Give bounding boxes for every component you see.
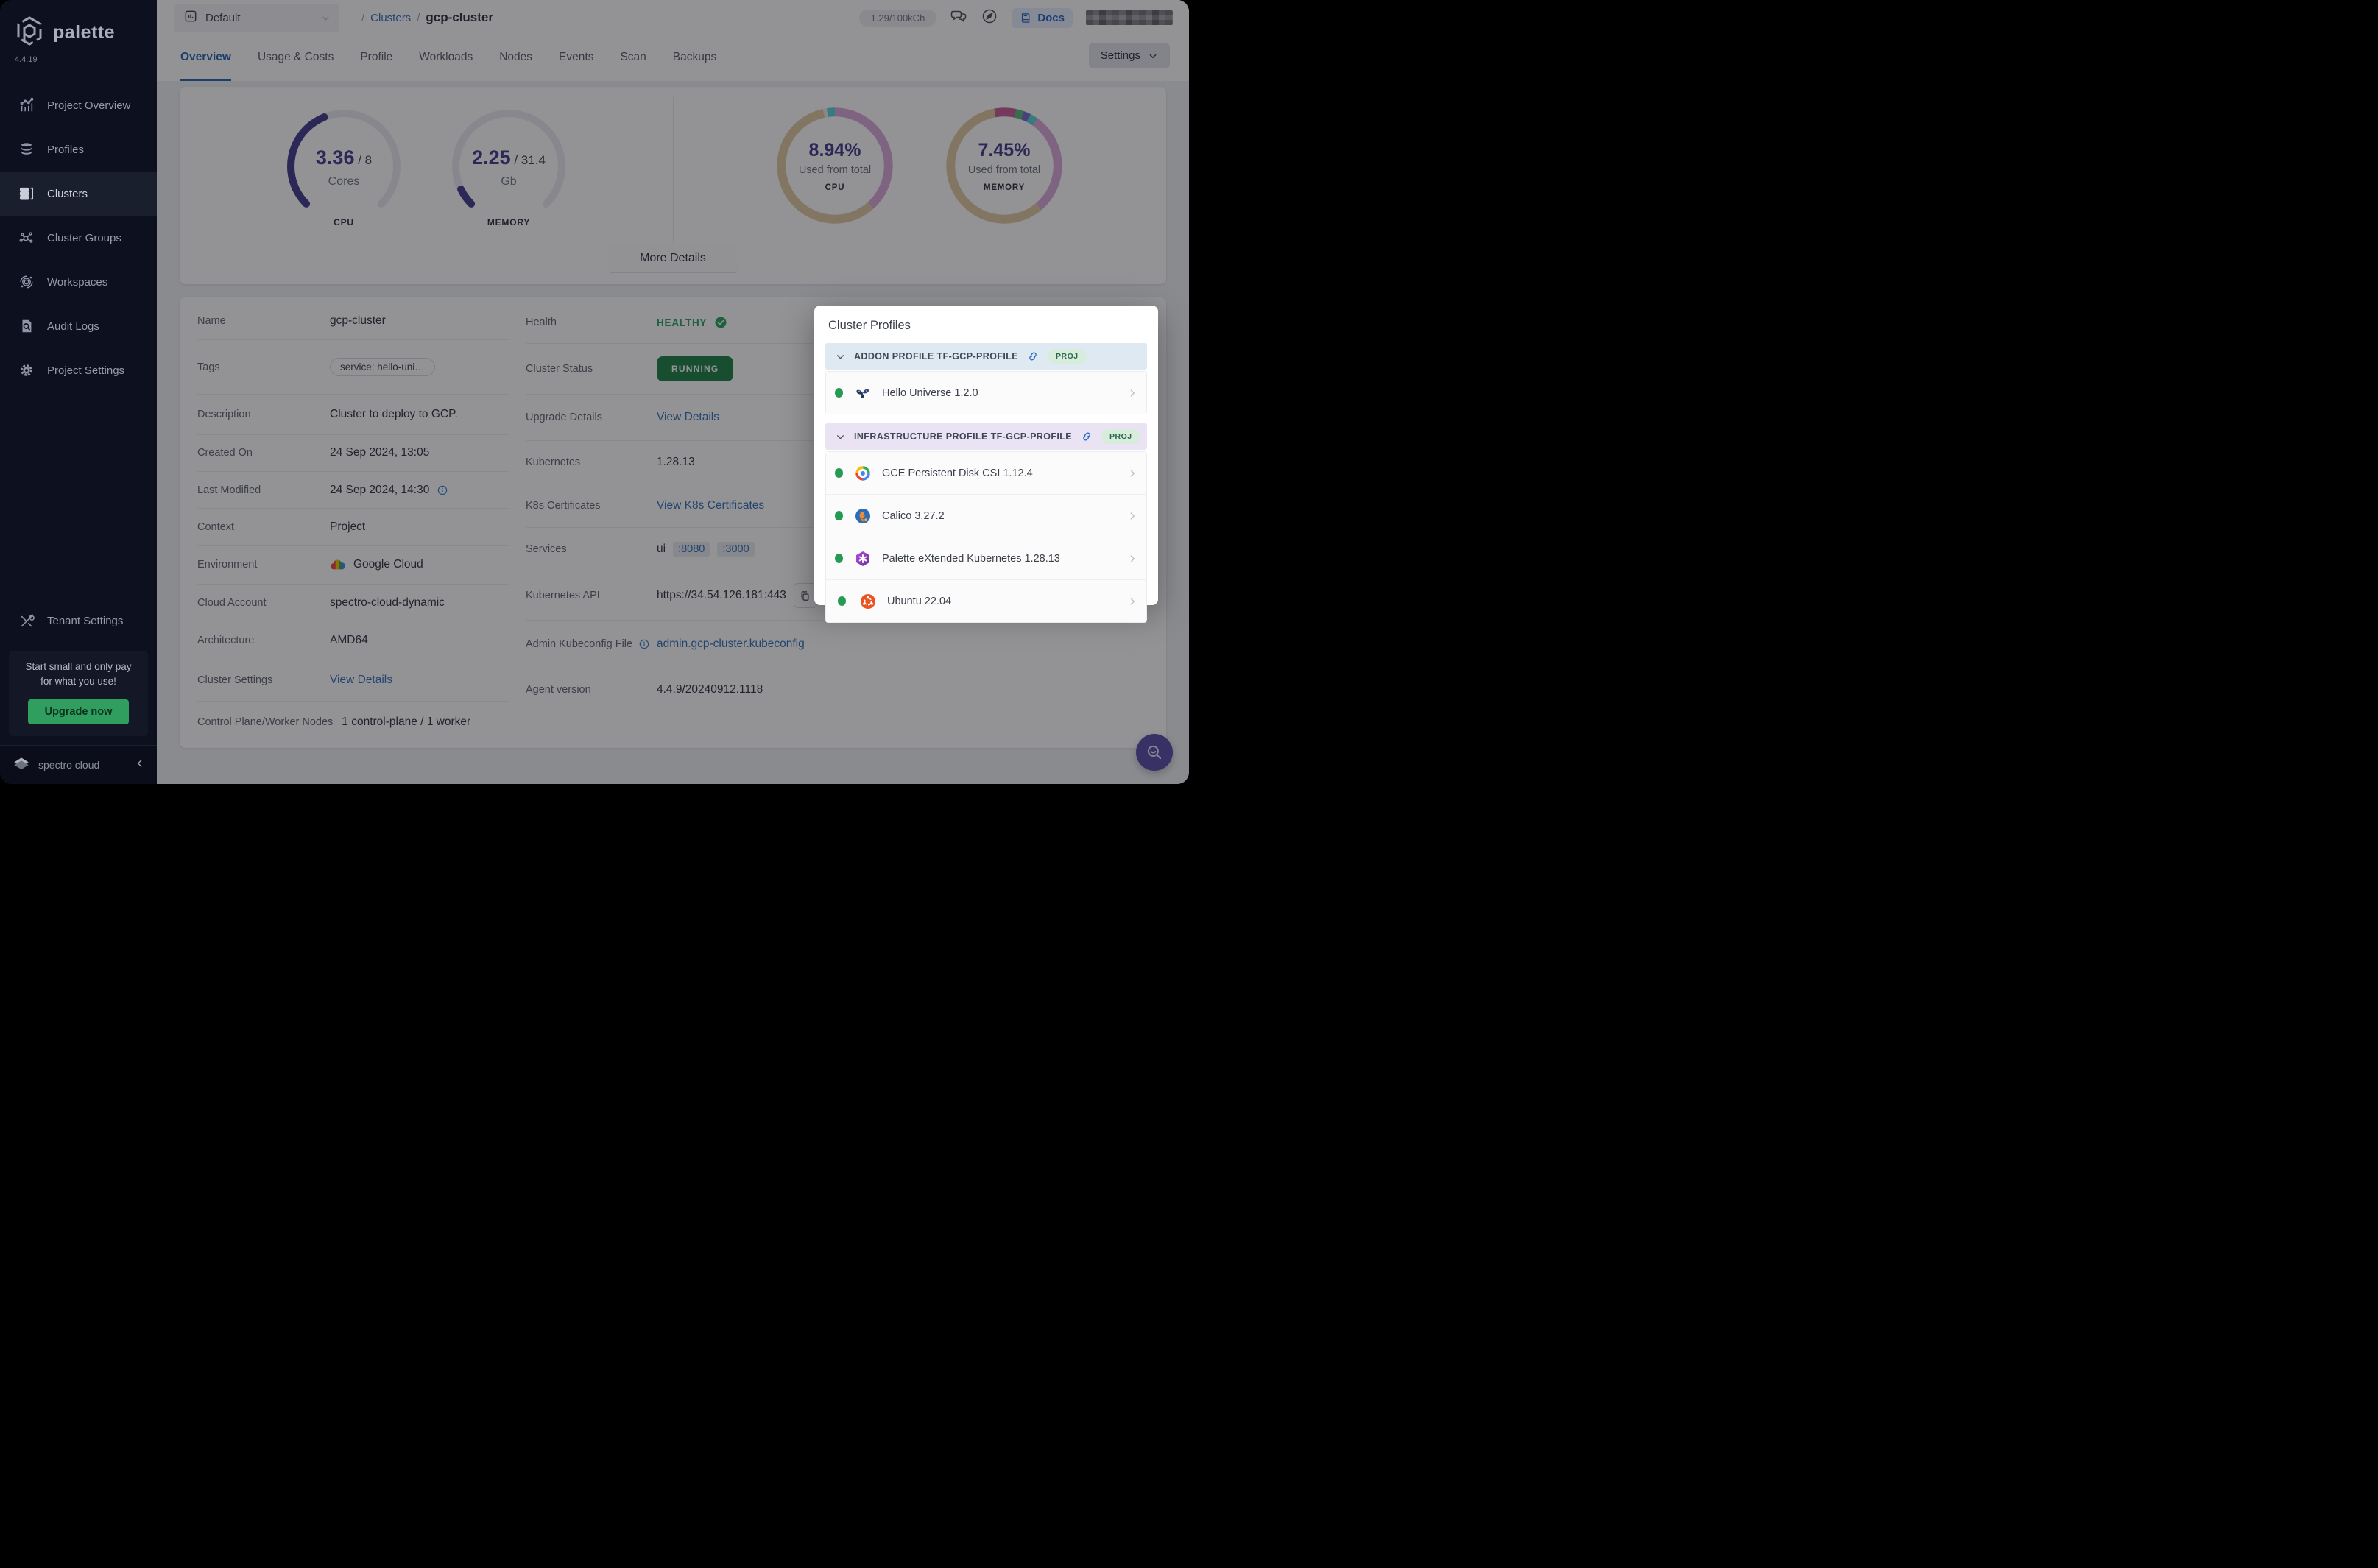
palette-logo-icon — [13, 15, 46, 51]
pack-status-dot — [835, 554, 843, 563]
addon-pack-list: Hello Universe 1.2.0 — [825, 371, 1147, 414]
cluster-profiles-panel: Cluster Profiles ADDON PROFILE TF-GCP-PR… — [814, 306, 1158, 605]
palette-extended-kubernetes-icon — [853, 550, 873, 568]
ubuntu-icon — [858, 593, 878, 610]
pack-row-gce-disk[interactable]: GCE Persistent Disk CSI 1.12.4 — [826, 452, 1146, 495]
sidebar-item-label: Cluster Groups — [47, 232, 121, 244]
brand-name: palette — [53, 22, 115, 43]
pack-row-hello-universe[interactable]: Hello Universe 1.2.0 — [826, 372, 1146, 414]
sidebar-item-tenant-settings[interactable]: Tenant Settings — [0, 599, 157, 643]
profiles-icon — [18, 141, 35, 158]
pack-status-dot — [835, 511, 843, 520]
cluster-profiles-title: Cluster Profiles — [828, 319, 1147, 333]
pack-status-dot — [831, 596, 852, 606]
project-overview-icon — [18, 97, 35, 113]
pack-row-calico[interactable]: Calico 3.27.2 — [826, 495, 1146, 537]
project-settings-gear-icon — [18, 362, 35, 378]
chevron-right-icon — [1127, 554, 1137, 564]
tenant-settings-tools-icon — [18, 613, 35, 629]
sidebar-menu: Project Overview Profiles — [0, 83, 157, 392]
hello-universe-icon — [853, 384, 873, 402]
profile-link-icon — [1081, 431, 1093, 442]
gce-persistent-disk-icon — [853, 465, 873, 482]
sidebar-item-label: Clusters — [47, 188, 88, 200]
clusters-icon — [18, 186, 35, 202]
infrastructure-profile-section-header[interactable]: INFRASTRUCTURE PROFILE TF-GCP-PROFILE PR… — [825, 423, 1147, 450]
chevron-right-icon — [1127, 388, 1137, 398]
section-header-label: ADDON PROFILE TF-GCP-PROFILE — [854, 351, 1018, 361]
chevron-right-icon — [1127, 596, 1137, 607]
pack-name: Hello Universe 1.2.0 — [882, 387, 1127, 399]
spectro-cloud-logo-icon — [12, 754, 31, 777]
pack-name: GCE Persistent Disk CSI 1.12.4 — [882, 467, 1127, 479]
calico-icon — [853, 507, 873, 525]
pack-row-palette-extended-kubernetes[interactable]: Palette eXtended Kubernetes 1.28.13 — [826, 537, 1146, 580]
pack-name: Palette eXtended Kubernetes 1.28.13 — [882, 553, 1127, 565]
pack-status-dot — [835, 388, 843, 398]
sidebar-item-label: Project Overview — [47, 99, 130, 112]
sidebar-item-project-overview[interactable]: Project Overview — [0, 83, 157, 127]
section-header-label: INFRASTRUCTURE PROFILE TF-GCP-PROFILE — [854, 431, 1072, 442]
cluster-groups-icon — [18, 230, 35, 246]
pack-status-dot — [835, 468, 843, 478]
sidebar-item-label: Tenant Settings — [47, 615, 123, 627]
app-version: 4.4.19 — [0, 52, 157, 64]
sidebar-footer: spectro cloud — [0, 745, 157, 784]
pack-name: Calico 3.27.2 — [882, 510, 1127, 522]
promo-text: Start small and only pay for what you us… — [13, 660, 144, 690]
profile-link-icon — [1027, 350, 1039, 362]
footer-brand-name: spectro cloud — [38, 759, 127, 771]
sidebar-item-label: Workspaces — [47, 276, 107, 289]
sidebar-item-label: Project Settings — [47, 364, 124, 377]
collapse-sidebar-chevron-icon[interactable] — [135, 758, 145, 772]
infrastructure-pack-list: GCE Persistent Disk CSI 1.12.4 — [825, 451, 1147, 623]
pack-name: Ubuntu 22.04 — [887, 596, 1127, 607]
sidebar-item-project-settings[interactable]: Project Settings — [0, 348, 157, 392]
upgrade-now-button[interactable]: Upgrade now — [28, 699, 130, 724]
sidebar-item-cluster-groups[interactable]: Cluster Groups — [0, 216, 157, 260]
sidebar-item-label: Audit Logs — [47, 320, 99, 333]
sidebar-item-audit-logs[interactable]: Audit Logs — [0, 304, 157, 348]
chevron-down-icon — [836, 432, 845, 442]
sidebar: palette 4.4.19 Project Overview — [0, 0, 157, 784]
brand-logo: palette — [0, 0, 157, 52]
workspaces-icon — [18, 274, 35, 290]
proj-scope-badge: PROJ — [1101, 429, 1140, 444]
app-window: palette 4.4.19 Project Overview — [0, 0, 1189, 784]
pack-row-ubuntu[interactable]: Ubuntu 22.04 — [826, 580, 1146, 622]
audit-logs-icon — [18, 318, 35, 334]
chevron-down-icon — [836, 352, 845, 361]
upgrade-promo: Start small and only pay for what you us… — [9, 651, 148, 737]
sidebar-item-label: Profiles — [47, 144, 84, 156]
chevron-right-icon — [1127, 511, 1137, 521]
sidebar-item-workspaces[interactable]: Workspaces — [0, 260, 157, 304]
sidebar-item-profiles[interactable]: Profiles — [0, 127, 157, 172]
proj-scope-badge: PROJ — [1048, 349, 1087, 364]
addon-profile-section-header[interactable]: ADDON PROFILE TF-GCP-PROFILE PROJ — [825, 343, 1147, 370]
chevron-right-icon — [1127, 468, 1137, 478]
sidebar-item-clusters[interactable]: Clusters — [0, 172, 157, 216]
sidebar-spacer — [0, 392, 157, 599]
